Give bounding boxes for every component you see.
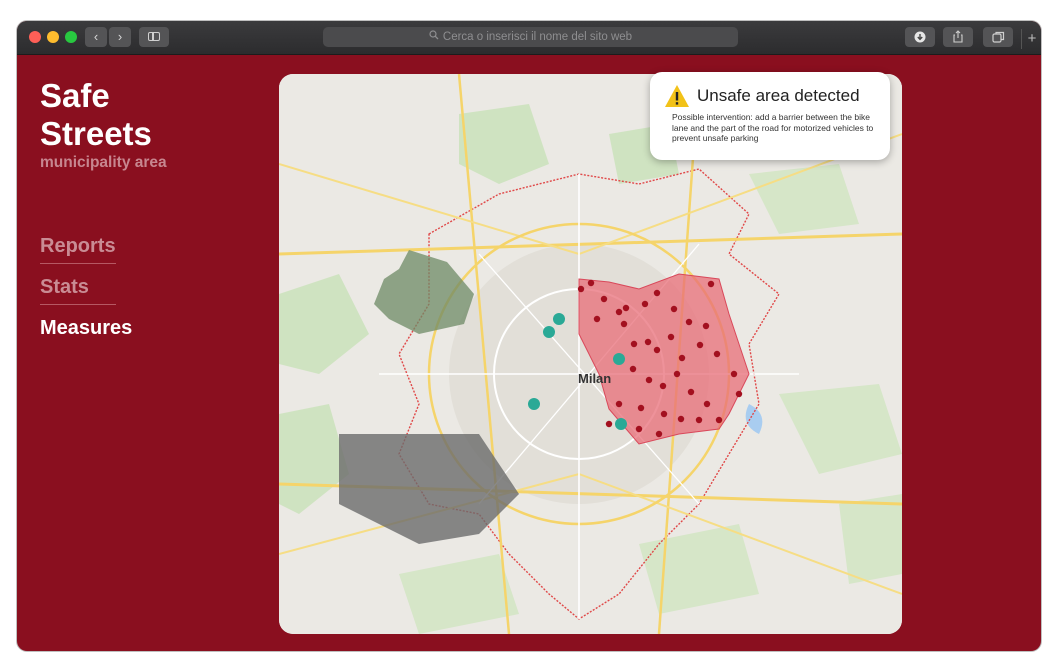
unsafe-area-alert: Unsafe area detected Possible interventi… bbox=[650, 72, 890, 160]
brand-subtitle: municipality area bbox=[40, 154, 167, 171]
close-window-button[interactable] bbox=[29, 31, 41, 43]
forward-button[interactable]: › bbox=[109, 27, 131, 47]
brand: Safe Streets municipality area bbox=[40, 77, 200, 172]
main-nav: Reports Stats Measures bbox=[40, 235, 132, 357]
download-icon bbox=[914, 31, 926, 43]
alert-title: Unsafe area detected bbox=[697, 86, 860, 105]
back-icon: ‹ bbox=[93, 29, 99, 44]
warning-icon bbox=[665, 85, 689, 107]
downloads-button[interactable] bbox=[905, 27, 935, 47]
address-placeholder: Cerca o inserisci il nome del sito web bbox=[442, 31, 633, 43]
minimize-window-button[interactable] bbox=[47, 31, 59, 43]
sidebar-icon bbox=[148, 32, 160, 41]
zoom-window-button[interactable] bbox=[65, 31, 77, 43]
tabs-overview-button[interactable] bbox=[983, 27, 1013, 47]
plus-icon: + bbox=[1027, 30, 1037, 47]
search-icon bbox=[429, 27, 439, 47]
nav-item-stats[interactable]: Stats bbox=[40, 276, 116, 305]
new-tab-button[interactable]: + bbox=[1021, 29, 1041, 49]
share-button[interactable] bbox=[943, 27, 973, 47]
alert-body: Possible intervention: add a barrier bet… bbox=[672, 112, 874, 143]
sidebar-toggle-button[interactable] bbox=[139, 27, 169, 47]
city-label: Milan bbox=[578, 371, 611, 386]
nav-item-reports[interactable]: Reports bbox=[40, 235, 116, 264]
address-bar[interactable]: Cerca o inserisci il nome del sito web bbox=[323, 27, 738, 47]
forward-icon: › bbox=[117, 29, 123, 44]
share-icon bbox=[953, 30, 963, 43]
tabs-icon bbox=[991, 31, 1004, 43]
nav-item-measures[interactable]: Measures bbox=[40, 317, 132, 345]
browser-window: ‹ › Cerca o inserisci il nome del sito w… bbox=[17, 21, 1041, 651]
brand-title: Safe Streets bbox=[40, 77, 152, 152]
back-button[interactable]: ‹ bbox=[85, 27, 107, 47]
browser-toolbar: ‹ › Cerca o inserisci il nome del sito w… bbox=[17, 21, 1041, 55]
